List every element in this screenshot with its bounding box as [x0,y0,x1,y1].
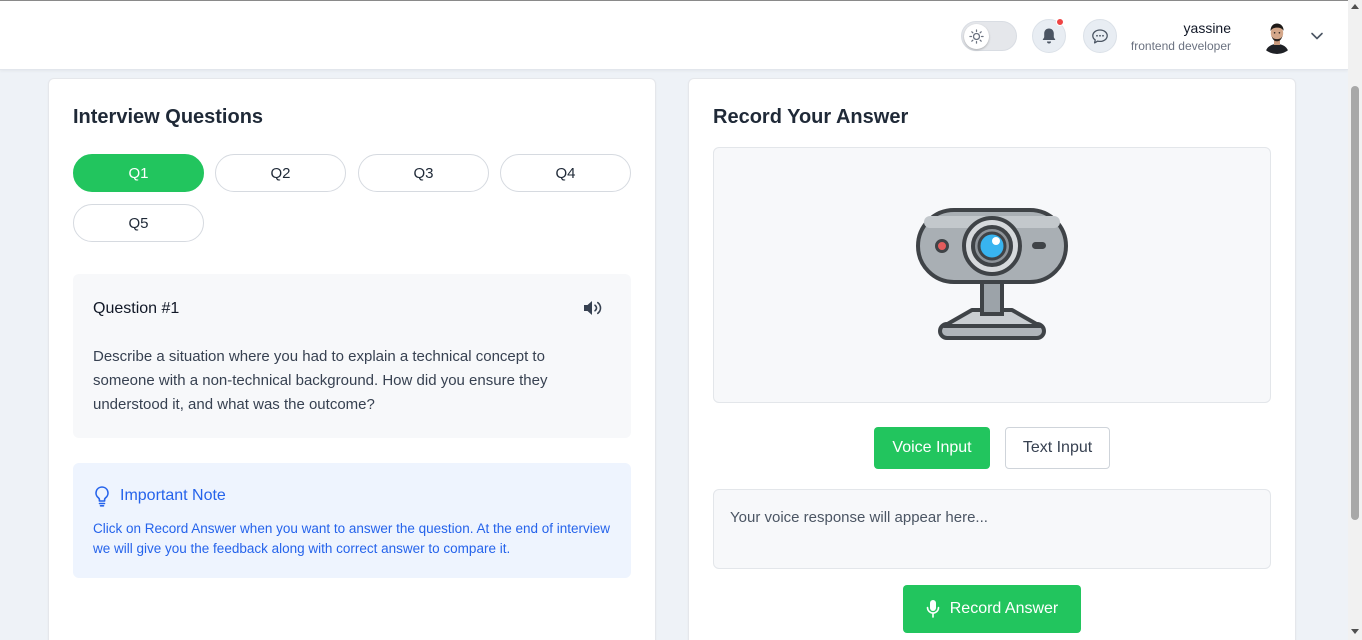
microphone-icon [926,600,940,618]
top-bar: yassine frontend developer [0,0,1348,70]
theme-toggle[interactable] [961,21,1017,51]
question-tab-q2[interactable]: Q2 [215,154,346,192]
speaker-icon[interactable] [582,299,604,317]
sun-icon [964,24,989,49]
question-text: Describe a situation where you had to ex… [93,348,548,413]
question-tab-q3[interactable]: Q3 [358,154,489,192]
note-title: Important Note [120,487,226,504]
scroll-up-arrow-icon[interactable] [1351,4,1359,9]
webcam-icon [916,208,1068,340]
record-answer-card: Record Your Answer Voice Input Text Inpu… [688,78,1296,640]
chevron-down-icon[interactable] [1309,28,1325,44]
messages-button[interactable] [1083,19,1117,53]
interview-questions-card: Interview Questions Q1 Q2 Q3 Q4 Q5 Quest… [48,78,656,640]
record-answer-label: Record Answer [949,600,1059,617]
question-tab-q4[interactable]: Q4 [500,154,631,192]
user-role: frontend developer [1130,39,1231,53]
record-title: Record Your Answer [713,106,909,128]
question-title: Question #1 [93,300,180,317]
voice-response-box[interactable]: Your voice response will appear here... [713,489,1271,569]
scrollbar-thumb[interactable] [1351,86,1359,520]
lightbulb-icon [95,486,109,507]
avatar[interactable] [1259,18,1295,54]
chat-icon [1092,28,1108,44]
questions-title: Interview Questions [73,106,264,128]
bell-icon [1042,28,1056,44]
notifications-button[interactable] [1032,18,1066,53]
voice-input-button[interactable]: Voice Input [874,427,990,469]
webcam-area [713,147,1271,403]
notification-badge [1056,18,1064,26]
question-tab-q5[interactable]: Q5 [73,204,204,242]
record-answer-button[interactable]: Record Answer [903,585,1081,633]
user-name: yassine [1183,20,1231,36]
page-scrollbar[interactable] [1348,0,1362,640]
scroll-down-arrow-icon[interactable] [1351,629,1359,634]
question-box: Question #1 Describe a situation where y… [73,274,631,438]
note-text: Click on Record Answer when you want to … [93,521,611,556]
text-input-button[interactable]: Text Input [1005,427,1110,469]
question-tab-q1[interactable]: Q1 [73,154,204,192]
important-note: Important Note Click on Record Answer wh… [73,463,631,578]
